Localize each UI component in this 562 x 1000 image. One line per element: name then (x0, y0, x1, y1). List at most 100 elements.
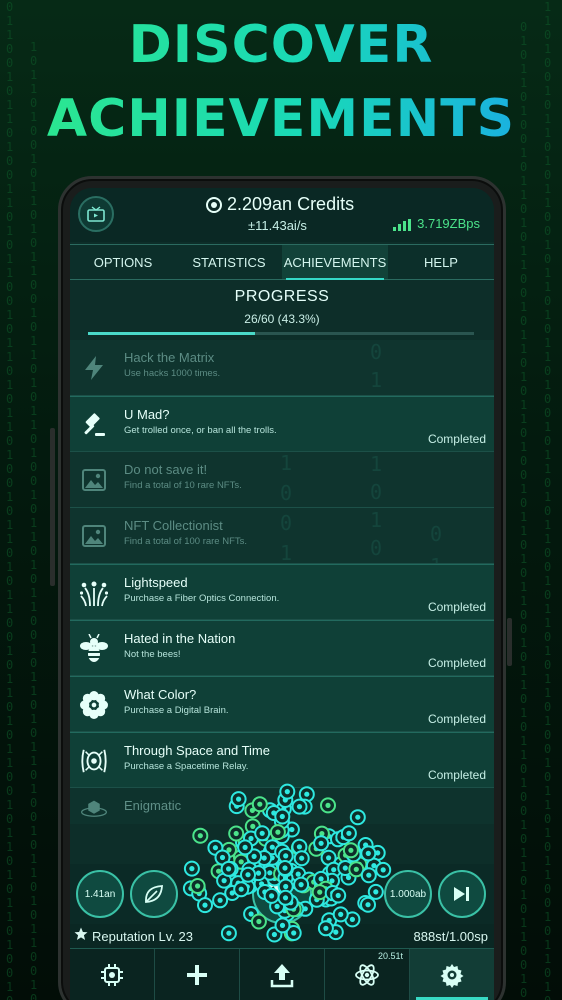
fiber-icon (80, 579, 108, 607)
gavel-icon (80, 411, 108, 439)
achievement-name: U Mad? (124, 407, 170, 422)
achievement-desc: Purchase a Fiber Optics Connection. (124, 593, 280, 604)
progress-bar (88, 332, 474, 335)
floating-coin (228, 825, 245, 842)
achievement-status: Completed (427, 600, 486, 614)
credit-coin-icon (206, 196, 222, 213)
floating-coin (264, 849, 281, 866)
floating-coin (345, 846, 362, 863)
skip-button[interactable] (438, 870, 486, 918)
app-screen: 01011010101 10011010 0110101 2.209an Cre… (70, 188, 494, 1000)
star-icon (74, 927, 88, 940)
achievement-desc: Not the bees! (124, 649, 181, 660)
image-icon (80, 522, 108, 550)
floating-coin (235, 834, 251, 851)
nav-research[interactable]: 20.51t (325, 949, 410, 1000)
tab-options[interactable]: OPTIONS (70, 245, 176, 279)
floating-coin (335, 829, 352, 846)
floating-coin (233, 849, 249, 866)
achievement-item[interactable]: What Color? Purchase a Digital Brain. Co… (70, 676, 494, 732)
progress-title: PROGRESS (234, 288, 330, 305)
floating-coin (192, 827, 209, 844)
hack-value-button[interactable]: 1.41an (76, 870, 124, 918)
achievement-item[interactable]: Lightspeed Purchase a Fiber Optics Conne… (70, 564, 494, 620)
achievement-item[interactable]: Hack the Matrix Use hacks 1000 times. (70, 340, 494, 396)
credits-value: 2.209an Credits (227, 194, 355, 214)
achievement-name: Hated in the Nation (124, 631, 236, 646)
reputation-speed: 888st/1.00sp (413, 929, 488, 944)
reputation-level: Reputation Lv. 23 (92, 929, 193, 944)
floating-coin (337, 847, 354, 864)
floating-coin (237, 833, 254, 850)
achievement-item[interactable]: Through Space and Time Purchase a Spacet… (70, 732, 494, 788)
flower-icon (80, 691, 108, 719)
video-reward-button[interactable] (78, 196, 114, 232)
achievement-desc: Get trolled once, or ban all the trolls. (124, 425, 277, 436)
achievement-item[interactable]: Enigmatic (70, 788, 494, 824)
achievement-status: Completed (427, 768, 486, 782)
achievement-item[interactable]: Hated in the Nation Not the bees! Comple… (70, 620, 494, 676)
tab-statistics[interactable]: STATISTICS (176, 245, 282, 279)
nav-upload[interactable] (240, 949, 325, 1000)
hack-value-label: 1.41an (84, 888, 116, 900)
floating-coin (264, 839, 281, 856)
reputation-bar: Reputation Lv. 23 888st/1.00sp (70, 924, 494, 948)
floating-coin (246, 848, 263, 865)
credits-rate: ±11.43ai/s (248, 218, 307, 233)
nav-cpu[interactable] (70, 949, 155, 1000)
floating-coin (290, 839, 307, 856)
achievement-status: Completed (427, 712, 486, 726)
achievement-name: NFT Collectionist (124, 518, 223, 533)
tv-icon (87, 206, 105, 222)
achievement-name: What Color? (124, 687, 197, 702)
cpu-icon (101, 963, 123, 986)
bee-icon (80, 634, 108, 663)
floating-coin (291, 838, 308, 855)
phone-side-button (50, 428, 55, 586)
floating-coin (254, 825, 271, 842)
floating-coin (257, 830, 274, 847)
leaf-boost-button[interactable] (130, 870, 178, 918)
matrix-rain: 1011010010110101100101101011010010110101… (30, 40, 38, 1000)
achievement-desc: Find a total of 100 rare NFTs. (124, 536, 248, 547)
floating-coin (207, 839, 224, 856)
skip-forward-icon (454, 887, 469, 901)
progress-count: 26/60 (43.3%) (244, 312, 320, 326)
floating-coin (243, 830, 259, 847)
achievement-item[interactable]: Do not save it! Find a total of 10 rare … (70, 452, 494, 508)
floating-coin (330, 831, 346, 848)
achievement-item[interactable]: NFT Collectionist Find a total of 100 ra… (70, 508, 494, 564)
phone-side-button (507, 618, 512, 666)
matrix-rain: 1101001011010110010110101101001011010110… (544, 0, 552, 1000)
image-icon (80, 466, 108, 494)
achievement-name: Do not save it! (124, 462, 208, 477)
promo-title-line1: DISCOVER (0, 14, 562, 76)
floating-coin (313, 825, 330, 842)
achievement-name: Hack the Matrix (124, 350, 215, 365)
action-row: 1.41an 1.000ab (70, 864, 494, 924)
credits-display: 2.209an Credits (206, 194, 406, 215)
upgrade-value-label: 1.000ab (389, 888, 427, 900)
achievement-item[interactable]: U Mad? Get trolled once, or ban all the … (70, 396, 494, 452)
achievement-name: Lightspeed (124, 575, 188, 590)
upgrade-value-button[interactable]: 1.000ab (384, 870, 432, 918)
tab-achievements[interactable]: ACHIEVEMENTS (282, 245, 388, 280)
floating-coin (340, 825, 357, 842)
leaf-icon (145, 885, 163, 903)
promo-title-line2: ACHIEVEMENTS (0, 88, 562, 150)
tab-help[interactable]: HELP (388, 245, 494, 279)
achievement-list: Hack the Matrix Use hacks 1000 times. U … (70, 340, 494, 824)
mine-button[interactable] (252, 864, 312, 924)
floating-coin (262, 843, 279, 860)
box-icon (80, 794, 108, 822)
bottom-nav: 20.51t (70, 948, 494, 1000)
upload-icon (270, 963, 294, 987)
nav-add[interactable] (155, 949, 240, 1000)
achievement-desc: Purchase a Spacetime Relay. (124, 761, 249, 772)
floating-coin (313, 835, 330, 852)
lightning-icon (80, 354, 108, 382)
nav-settings[interactable] (410, 949, 494, 1000)
portal-icon (80, 747, 108, 775)
floating-coin (214, 849, 231, 866)
achievement-status: Completed (427, 656, 486, 670)
